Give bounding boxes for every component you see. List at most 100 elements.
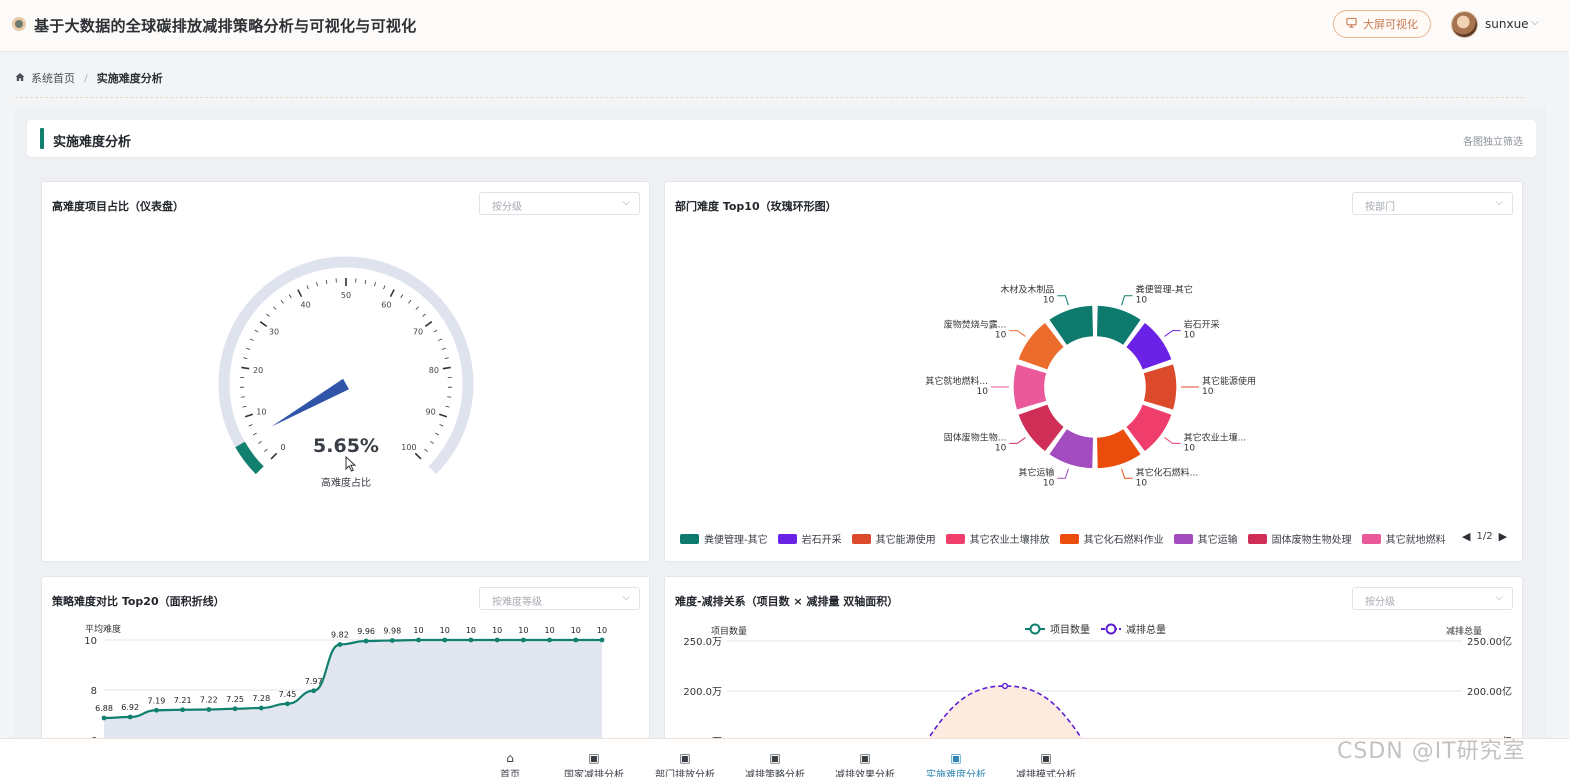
legend-item[interactable]: 粪便管理-其它 (680, 531, 768, 546)
app-title: 基于大数据的全球碳排放减排策略分析与可视化与可视化 (34, 17, 417, 35)
area-point (337, 642, 343, 647)
next-page-icon[interactable]: ▶ (1499, 530, 1507, 543)
nav-label: 减排效果分析 (835, 770, 895, 777)
rose-slice-label: 其它能源使用 (1202, 375, 1256, 387)
gauge-tick-label: 70 (413, 328, 423, 337)
legend-item[interactable]: 其它化石燃料作业 (1059, 531, 1164, 546)
rose-slice-value: 10 (995, 443, 1007, 453)
gauge-tick (422, 313, 426, 317)
gauge-tick (438, 413, 448, 418)
dual-legend-label: 项目数量 (1050, 623, 1090, 636)
legend-item[interactable]: 其它就地燃料 (1361, 531, 1446, 546)
area-point (101, 715, 107, 721)
gauge-tick (259, 321, 268, 328)
area-data-label: 7.19 (148, 696, 166, 705)
rose-slice-label: 粪便管理-其它 (1136, 284, 1193, 296)
legend-swatch (851, 533, 871, 544)
legend-swatch (1059, 533, 1079, 544)
area-point (468, 637, 474, 643)
avatar[interactable] (1451, 11, 1478, 38)
gauge-tick-label: 50 (341, 291, 351, 300)
gauge-tick (273, 306, 277, 310)
legend-label: 其它就地燃料 (1385, 535, 1446, 546)
dual-left-tick: 250.0万 (683, 637, 722, 648)
gauge-tick (270, 452, 278, 460)
gauge-tick (266, 313, 270, 317)
breadcrumb-home[interactable]: 系统首页 (31, 70, 75, 86)
nav-item[interactable]: ▣ 实施难度分析 (911, 739, 1001, 777)
area-chart: 平均难度10866.886.927.197.217.227.257.287.45… (84, 623, 607, 755)
chevron-down-icon[interactable]: ⌵ (1531, 17, 1539, 28)
legend-label: 岩石开采 (801, 535, 842, 546)
section-note: 各图独立筛选 (1463, 137, 1523, 148)
nav-item[interactable]: ▣ 减排效果分析 (820, 739, 910, 777)
gauge-progress (235, 441, 264, 475)
rose-legend: 粪便管理-其它 岩石开采 其它能源使用 其它农业土壤排放 其它化石燃料作业 其它运输 固体废… (680, 531, 1458, 546)
area-card: 策略难度对比 Top20（面积折线） 按难度等级 ⌵ 平均难度10866.886… (41, 576, 650, 756)
gauge-tick (424, 448, 428, 452)
legend-label: 其它运输 (1197, 535, 1238, 546)
gauge-tick (442, 366, 451, 370)
area-data-label: 6.92 (121, 703, 139, 712)
rose-slice-label: 木材及木制品 (1000, 284, 1054, 296)
section-title: 实施难度分析 (53, 135, 132, 150)
area-point (442, 637, 448, 643)
rose-slice-value: 10 (1136, 478, 1148, 488)
rose-leader-line (1057, 295, 1069, 306)
nav-label: 部门排放分析 (655, 770, 715, 777)
legend-item[interactable]: 岩石开采 (777, 531, 842, 546)
gauge-tick-label: 30 (269, 328, 279, 337)
gauge-tick (249, 338, 254, 341)
gauge-tick (264, 448, 268, 452)
dual-legend-label: 减排总量 (1126, 623, 1166, 636)
gauge-pointer (271, 378, 349, 427)
rose-slice-value: 10 (1043, 478, 1055, 488)
rose-slice-label: 固体废物生物... (944, 431, 1007, 443)
dual-legend-marker (1029, 623, 1041, 635)
rose-leader-line (1164, 437, 1181, 444)
area-data-label: 9.98 (383, 627, 401, 636)
nav-item[interactable]: ▣ 部门排放分析 (640, 739, 730, 777)
home-icon (15, 72, 25, 85)
section-accent-bar (40, 128, 44, 149)
logo-icon (12, 17, 26, 31)
legend-item[interactable]: 固体废物生物处理 (1247, 531, 1352, 546)
gauge-tick (242, 405, 247, 408)
gauge-tick (288, 294, 292, 299)
area-point (363, 638, 369, 644)
legend-item[interactable]: 其它运输 (1173, 531, 1238, 546)
legend-label: 粪便管理-其它 (704, 535, 768, 546)
area-data-label: 10 (597, 626, 607, 635)
gauge-tick (433, 329, 438, 333)
prev-page-icon[interactable]: ◀ (1462, 530, 1470, 543)
gauge-value-label: 高难度占比 (321, 478, 371, 489)
legend-swatch (1173, 533, 1193, 544)
gauge-tick (414, 452, 422, 460)
area-y-tick: 8 (91, 686, 97, 697)
big-screen-button[interactable]: 大屏可视化 (1333, 10, 1431, 38)
top-header: 基于大数据的全球碳排放减排策略分析与可视化与可视化 大屏可视化 sunxue ⌵ (0, 0, 1569, 52)
area-point (206, 707, 212, 712)
nav-item[interactable]: ▣ 国家减排分析 (549, 739, 639, 777)
nav-item[interactable]: ▣ 减排策略分析 (730, 739, 820, 777)
legend-swatch (680, 533, 699, 544)
nav-label: 减排策略分析 (745, 770, 805, 777)
breadcrumb-separator: / (84, 71, 88, 85)
area-data-label: 7.97 (305, 677, 323, 686)
nav-item[interactable]: ⌂ 首页 (465, 739, 555, 777)
rose-slice-value: 10 (1136, 296, 1148, 306)
nav-label: 减排模式分析 (1016, 770, 1076, 777)
dashboard-icon: ▣ (1040, 751, 1052, 765)
gauge-tick (248, 424, 253, 427)
area-point (494, 637, 500, 643)
area-point (285, 701, 290, 707)
rose-card: 部门难度 Top10（玫瑰环形图） 按部门 ⌵ 粪便管理-其它 10 岩石开采 10 其… (664, 181, 1523, 562)
gauge-tick (243, 357, 248, 360)
legend-item[interactable]: 其它农业土壤排放 (945, 531, 1050, 546)
nav-item[interactable]: ▣ 减排模式分析 (1001, 739, 1091, 777)
area-data-label: 9.82 (331, 631, 349, 640)
username[interactable]: sunxue (1485, 17, 1529, 31)
area-point (520, 637, 526, 643)
area-point (258, 705, 264, 711)
legend-item[interactable]: 其它能源使用 (851, 531, 936, 546)
